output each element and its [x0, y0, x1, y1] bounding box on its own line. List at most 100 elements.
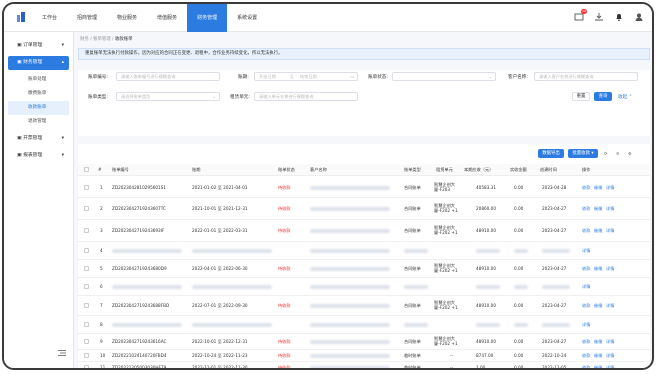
batch-receive-button[interactable]: 批量收款 ▾ — [568, 149, 598, 158]
nav-value-added[interactable]: 增值服务 — [147, 4, 187, 32]
receive-link[interactable]: 收款 — [582, 303, 590, 309]
sidebar-group-finance[interactable]: ▣ 财务管理 ▴ — [8, 56, 69, 70]
detail-link[interactable]: 详情 — [606, 339, 614, 345]
bill-no-input[interactable]: 请输入账单编号进行模糊查询 — [116, 72, 220, 81]
row-index: 3 — [100, 228, 103, 233]
detail-link[interactable]: 详情 — [606, 365, 614, 368]
detail-link[interactable]: 详情 — [606, 266, 614, 272]
customer-input[interactable]: 请输入客户名称进行模糊查询 — [534, 72, 638, 81]
sidebar-group-reports[interactable]: ▣ 报表管理 ▾ — [8, 149, 69, 163]
row-checkbox[interactable] — [84, 365, 89, 368]
amount-due: 48910.00 — [476, 266, 496, 271]
remind-link[interactable]: 催缴 — [594, 353, 602, 359]
remind-link[interactable]: 催缴 — [594, 185, 602, 191]
detail-link[interactable]: 详情 — [582, 284, 590, 290]
customer-label: 客户名称: — [508, 75, 528, 80]
remind-link[interactable]: 催缴 — [594, 206, 602, 212]
type-select[interactable]: 请选择账单类型 ⌄ — [116, 92, 220, 101]
receive-link[interactable]: 收款 — [582, 206, 590, 212]
detail-link[interactable]: 详情 — [606, 353, 614, 359]
col-unit: 租赁单元 — [436, 167, 453, 172]
nav-workbench[interactable]: 工作台 — [32, 4, 67, 32]
receive-link[interactable]: 收款 — [582, 353, 590, 359]
bill-period: 2022-11-01 至 2022-11-30 — [192, 365, 248, 370]
message-icon[interactable]: 10 — [574, 9, 587, 22]
detail-link[interactable]: 详情 — [606, 303, 614, 309]
nav-property[interactable]: 物业服务 — [107, 4, 147, 32]
table-row: 3 ZD2023042719243693IF 2022-01-01 至 2022-0… — [78, 220, 650, 242]
unit-input[interactable]: 请输入单元名称进行模糊查询 — [254, 92, 358, 101]
blurred-cell — [192, 323, 272, 327]
receive-link[interactable]: 收款 — [582, 228, 590, 234]
sidebar-group-invoices[interactable]: ▣ 开票管理 ▾ — [8, 132, 69, 146]
export-button[interactable]: 数据导出 — [538, 149, 564, 158]
nav-leasing[interactable]: 招商管理 — [67, 4, 107, 32]
settings-icon[interactable]: ⚙ — [628, 151, 632, 156]
sidebar-item-refunds[interactable]: 退款管理 — [8, 115, 69, 129]
row-checkbox[interactable] — [84, 185, 89, 190]
row-index: 7 — [100, 303, 103, 308]
collapse-filter-link[interactable]: 收起 ⌃ — [618, 94, 633, 100]
top-nav: 工作台 招商管理 物业服务 增值服务 财务管理 系统设置 — [32, 4, 267, 32]
customer-name-blurred — [310, 229, 390, 233]
row-index: 9 — [100, 339, 103, 344]
customer-name-blurred — [310, 186, 390, 190]
receive-link[interactable]: 收款 — [582, 185, 590, 191]
row-checkbox[interactable] — [84, 353, 89, 358]
row-checkbox[interactable] — [84, 206, 89, 211]
row-checkbox[interactable] — [84, 322, 89, 327]
row-checkbox[interactable] — [84, 266, 89, 271]
select-all-checkbox[interactable] — [84, 167, 89, 172]
query-button[interactable]: 查询 — [594, 92, 612, 101]
row-checkbox[interactable] — [84, 248, 89, 253]
row-index: 10 — [100, 353, 106, 358]
remind-link[interactable]: 催缴 — [594, 266, 602, 272]
crumb-bills[interactable]: 账单管理 — [93, 37, 111, 42]
collapse-label: 收起 — [618, 95, 628, 100]
col-period: 账期 — [192, 167, 201, 172]
sidebar-item-receipt-bills[interactable]: 收款账单 — [8, 101, 69, 115]
detail-link[interactable]: 详情 — [582, 248, 590, 254]
chevron-up-icon: ⌃ — [628, 95, 633, 100]
sidebar-group-orders[interactable]: ▣ 订单管理 ▾ — [8, 39, 69, 53]
detail-link[interactable]: 详情 — [606, 228, 614, 234]
reset-button[interactable]: 重置 — [572, 92, 590, 101]
density-icon[interactable]: ≡ — [616, 151, 620, 156]
row-checkbox[interactable] — [84, 339, 89, 344]
remind-link[interactable]: 催缴 — [594, 339, 602, 345]
period-label: 账期: — [238, 75, 249, 80]
detail-link[interactable]: 详情 — [606, 206, 614, 212]
detail-link[interactable]: 详情 — [606, 185, 614, 191]
remind-link[interactable]: 催缴 — [594, 303, 602, 309]
chevron-up-icon: ▴ — [61, 60, 64, 65]
remind-link[interactable]: 催缴 — [594, 365, 602, 368]
collapse-menu-icon[interactable] — [58, 350, 66, 356]
row-checkbox[interactable] — [84, 284, 89, 289]
refresh-icon[interactable]: ⟳ — [604, 151, 608, 156]
blurred-cell — [476, 323, 500, 327]
user-icon[interactable] — [634, 12, 644, 22]
download-icon[interactable] — [594, 12, 604, 22]
crumb-finance[interactable]: 财务 — [80, 37, 89, 42]
sidebar-item-bill-processing[interactable]: 账单处理 — [8, 73, 69, 87]
period-range-input[interactable]: 开始日期 至结束日期 ▭ — [254, 72, 358, 81]
status-badge: 待收款 — [278, 303, 291, 308]
type-placeholder: 请选择账单类型 — [121, 94, 151, 99]
row-checkbox[interactable] — [84, 228, 89, 233]
receive-link[interactable]: 收款 — [582, 339, 590, 345]
status-select[interactable]: ⌄ — [392, 72, 496, 81]
remind-link[interactable]: 催缴 — [594, 228, 602, 234]
receive-link[interactable]: 收款 — [582, 365, 590, 368]
nav-finance[interactable]: 财务管理 — [187, 4, 228, 32]
blurred-cell — [192, 249, 272, 253]
detail-link[interactable]: 详情 — [582, 322, 590, 328]
nav-settings[interactable]: 系统设置 — [227, 4, 267, 32]
amount-paid: 0.00 — [514, 339, 524, 344]
bill-type: 合同账单 — [404, 303, 421, 308]
sidebar-item-payment-bills[interactable]: 缴费账单 — [8, 87, 69, 101]
row-checkbox[interactable] — [84, 303, 89, 308]
receive-link[interactable]: 收款 — [582, 266, 590, 272]
status-badge: 待收款 — [278, 365, 291, 370]
col-type: 账单类型 — [404, 167, 421, 172]
bell-icon[interactable] — [614, 12, 624, 22]
